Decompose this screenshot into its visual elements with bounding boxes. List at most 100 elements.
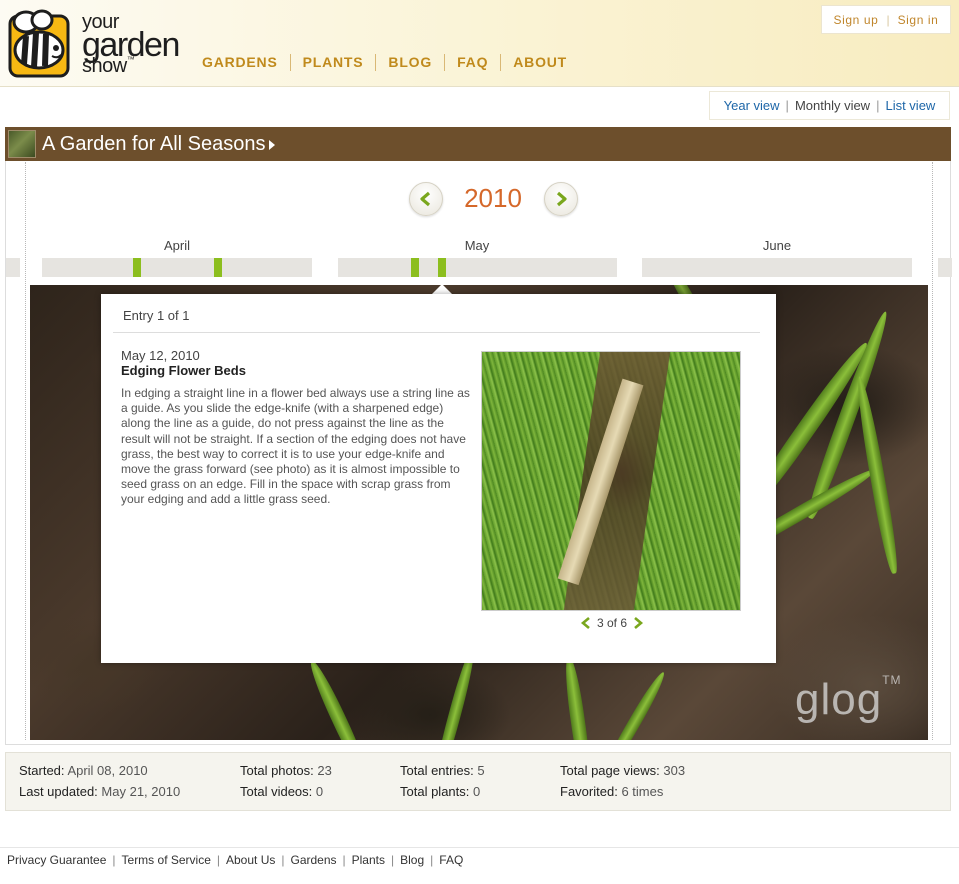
view-separator: | [785,98,789,113]
timeline-bar-prev [6,258,20,277]
footer-separator: | [342,853,346,867]
logo-line-3-text: show [82,55,127,77]
popup-divider [113,332,760,333]
main-nav: GARDENS PLANTS BLOG FAQ ABOUT [190,54,579,71]
stat-value: 23 [317,763,332,778]
stat-label: Total photos: [240,763,314,778]
stat-last-updated: Last updated: May 21, 2010 [19,784,180,799]
footer-separator: | [430,853,434,867]
footer-separator: | [281,853,285,867]
auth-separator: | [886,12,890,27]
nav-gardens[interactable]: GARDENS [190,54,290,71]
caret-right-icon [269,139,276,150]
stat-value: May 21, 2010 [101,784,181,799]
footer-divider [0,847,959,848]
footer-separator: | [216,853,220,867]
auth-box: Sign up | Sign in [821,5,951,34]
footer-link-terms[interactable]: Terms of Service [122,853,211,867]
garden-title[interactable]: A Garden for All Seasons [42,133,276,156]
stat-favorited: Favorited: 6 times [560,784,663,799]
stat-value: 0 [473,784,481,799]
timeline-bar-april [42,258,312,277]
footer-links: Privacy Guarantee | Terms of Service | Abo… [7,853,463,867]
nav-plants[interactable]: PLANTS [289,54,376,71]
view-switcher: Year view | Monthly view | List view [709,91,950,120]
bee-logo-icon [8,9,70,78]
photo-next-icon[interactable] [631,616,645,630]
timeline-bar-next [938,258,952,277]
stat-total-plants: Total plants: 0 [400,784,480,799]
timeline-bar-may [338,258,617,277]
glog-watermark: glogTM [795,673,902,725]
year-label: 2010 [464,183,522,213]
logo-wordmark: your garden show™ [82,12,180,77]
frame-guide-left [25,162,26,740]
stat-label: Total page views: [560,763,660,778]
footer-link-gardens[interactable]: Gardens [290,853,336,867]
next-year-button[interactable] [544,182,578,216]
timeline-entry-marker-selected[interactable] [438,258,446,277]
nav-faq[interactable]: FAQ [444,54,500,71]
glog-tm: TM [882,673,902,687]
site-logo[interactable]: your garden show™ [8,6,188,80]
timeline-entry-marker[interactable] [411,258,419,277]
signup-link[interactable]: Sign up [834,13,879,27]
stat-total-photos: Total photos: 23 [240,763,332,778]
entry-date: May 12, 2010 [121,348,200,363]
prev-year-button[interactable] [409,182,443,216]
chevron-right-icon [556,191,567,207]
entry-title[interactable]: Edging Flower Beds [121,363,246,378]
garden-thumbnail[interactable] [8,130,36,158]
photo-pager: 3 of 6 [579,616,645,630]
garden-title-bar: A Garden for All Seasons [5,127,951,161]
timeline-entry-marker[interactable] [133,258,141,277]
footer-link-about[interactable]: About Us [226,853,275,867]
year-view-link[interactable]: Year view [724,98,780,113]
leaf [305,657,369,740]
timeline-entry-marker[interactable] [214,258,222,277]
chevron-left-icon [420,191,431,207]
nav-blog[interactable]: BLOG [375,54,444,71]
entry-photo[interactable] [481,351,741,611]
month-label-april: April [163,238,190,253]
entry-body: In edging a straight line in a flower be… [121,386,470,507]
stat-value: April 08, 2010 [67,763,148,778]
leaf [561,654,593,740]
glog-watermark-text: glog [795,675,883,724]
frame-guide-right [932,162,933,740]
stat-label: Started: [19,763,65,778]
timeline-bar-june [642,258,912,277]
logo-tm: ™ [126,55,135,64]
stat-label: Last updated: [19,784,98,799]
footer-link-faq[interactable]: FAQ [439,853,463,867]
garden-title-text: A Garden for All Seasons [42,133,266,155]
stat-total-page-views: Total page views: 303 [560,763,685,778]
stat-label: Total entries: [400,763,474,778]
stat-total-entries: Total entries: 5 [400,763,485,778]
signin-link[interactable]: Sign in [898,13,939,27]
photo-prev-icon[interactable] [579,616,593,630]
stat-label: Total videos: [240,784,313,799]
popup-pointer [432,284,452,294]
stat-label: Total plants: [400,784,470,799]
stat-value: 0 [315,784,324,799]
entry-popup: Entry 1 of 1 May 12, 2010 Edging Flower … [101,294,776,663]
view-separator: | [876,98,880,113]
stat-label: Favorited: [560,784,618,799]
garden-stats: Started: April 08, 2010 Last updated: Ma… [5,752,951,811]
footer-link-blog[interactable]: Blog [400,853,424,867]
stat-value: 5 [477,763,485,778]
monthly-view-link[interactable]: Monthly view [795,98,870,113]
list-view-link[interactable]: List view [885,98,935,113]
nav-about[interactable]: ABOUT [500,54,579,71]
site-header: your garden show™ GARDENS PLANTS BLOG FA… [0,0,959,87]
leaf [603,669,669,740]
footer-separator: | [391,853,395,867]
footer-link-plants[interactable]: Plants [352,853,385,867]
photo-pager-text: 3 of 6 [597,616,628,630]
footer-separator: | [112,853,116,867]
entry-count: Entry 1 of 1 [123,308,190,323]
footer-link-privacy[interactable]: Privacy Guarantee [7,853,106,867]
month-label-june: June [762,238,792,253]
stat-started: Started: April 08, 2010 [19,763,148,778]
